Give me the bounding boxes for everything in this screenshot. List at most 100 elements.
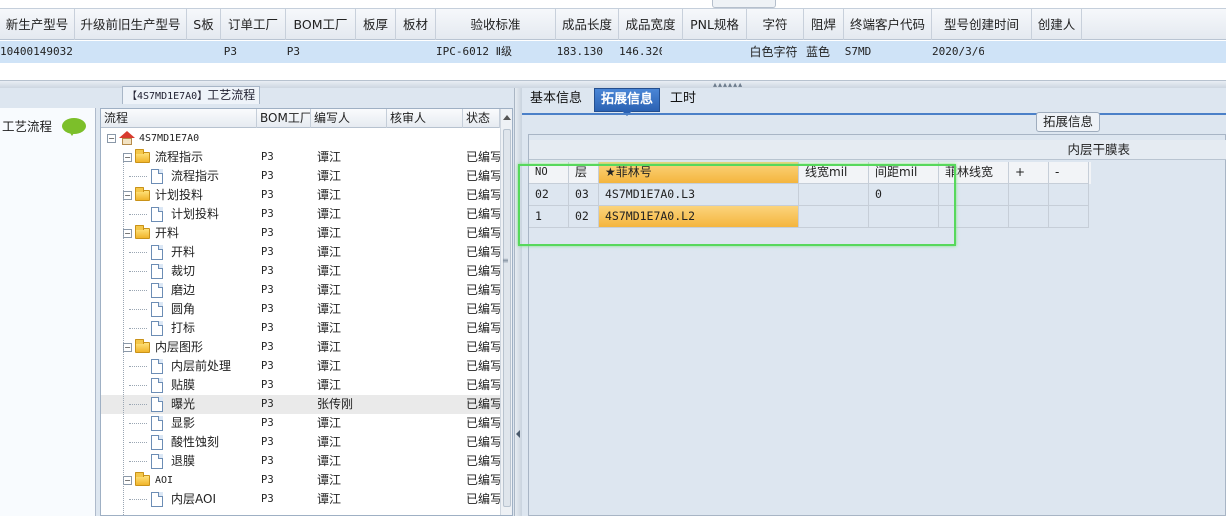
film-cell-remove[interactable]	[1049, 206, 1089, 228]
collapse-toggle-icon[interactable]: −	[123, 153, 132, 162]
tab-extended-info[interactable]: 拓展信息	[594, 88, 661, 116]
tree-step-row[interactable]: 圆角 P3 谭江 已编写	[101, 300, 501, 319]
tree-step-row[interactable]: 流程指示 P3 谭江 已编写	[101, 167, 501, 186]
collapse-toggle-icon[interactable]: −	[123, 476, 132, 485]
scroll-up-icon[interactable]	[503, 115, 511, 120]
film-cell-add[interactable]	[1009, 206, 1049, 228]
tree-step-row[interactable]: 曝光 P3 张传刚 已编写	[101, 395, 501, 414]
cell-customer[interactable]: S7MD	[844, 41, 872, 63]
film-cell-no[interactable]: 02	[529, 184, 569, 206]
tree-scrollbar[interactable]: ≡	[500, 109, 512, 515]
tree-folder-row[interactable]: − 开料 P3 谭江 已编写	[101, 224, 501, 243]
col-header-created-time[interactable]: 型号创建时间	[932, 9, 1032, 40]
film-cell-remove[interactable]	[1049, 184, 1089, 206]
film-cell-line-width[interactable]	[799, 206, 869, 228]
film-col-layer[interactable]: 层	[569, 162, 599, 184]
col-header-thickness[interactable]: 板厚	[356, 9, 396, 40]
film-cell-no[interactable]: 1	[529, 206, 569, 228]
film-col-no[interactable]: NO	[529, 162, 569, 184]
cell-created-time[interactable]: 2020/3/6	[932, 41, 984, 63]
tree-folder-row[interactable]: − 计划投料 P3 谭江 已编写	[101, 186, 501, 205]
collapse-toggle-icon[interactable]: −	[107, 134, 116, 143]
col-header-customer[interactable]: 终端客户代码	[844, 9, 932, 40]
tree-step-row[interactable]: 计划投料 P3 谭江 已编写	[101, 205, 501, 224]
cell-material[interactable]	[396, 41, 436, 63]
film-cell-spacing[interactable]: 0	[869, 184, 939, 206]
tree-step-row[interactable]: 内层AOI P3 谭江 已编写	[101, 490, 501, 509]
col-header-order-factory[interactable]: 订单工厂	[221, 9, 286, 40]
cell-thickness[interactable]	[356, 41, 396, 63]
col-header-width[interactable]: 成品宽度	[619, 9, 683, 40]
tree-folder-row[interactable]: − 流程指示 P3 谭江 已编写	[101, 148, 501, 167]
tree-step-row[interactable]: 显影 P3 谭江 已编写	[101, 414, 501, 433]
scroll-thumb[interactable]	[503, 129, 511, 507]
film-col-film-no[interactable]: ★菲林号	[599, 162, 799, 184]
cell-new-model[interactable]: 10400149032	[0, 41, 75, 63]
tree-col-status[interactable]: 状态	[463, 109, 500, 128]
product-row[interactable]: 10400149032 P3 P3 IPC-6012 Ⅱ级 183.130 14…	[0, 41, 1226, 63]
tree-step-row[interactable]: 打标 P3 谭江 已编写	[101, 319, 501, 338]
tree-step-row[interactable]: 内层前处理 P3 谭江 已编写	[101, 357, 501, 376]
film-col-film-line-width[interactable]: 菲林线宽	[939, 162, 1009, 184]
tree-step-row[interactable]: 磨边 P3 谭江 已编写	[101, 281, 501, 300]
tree-col-process[interactable]: 流程	[101, 109, 257, 128]
col-header-char[interactable]: 字符	[747, 9, 804, 40]
col-header-pnl[interactable]: PNL规格	[683, 9, 747, 40]
col-header-s-board[interactable]: S板	[187, 9, 221, 40]
col-header-length[interactable]: 成品长度	[556, 9, 619, 40]
tree-col-reviewer[interactable]: 核审人	[387, 109, 463, 128]
col-header-solder[interactable]: 阻焊	[804, 9, 844, 40]
cell-width[interactable]: 146.320	[619, 41, 662, 63]
tree-step-row[interactable]: 贴膜 P3 谭江 已编写	[101, 376, 501, 395]
tab-work-hours[interactable]: 工时	[664, 88, 702, 112]
cell-length[interactable]: 183.130	[556, 41, 603, 63]
cell-old-model[interactable]	[75, 41, 187, 63]
col-header-standard[interactable]: 验收标准	[436, 9, 556, 40]
cell-order-factory[interactable]: P3	[221, 41, 237, 63]
tree-folder-row[interactable]: − 内层图形 P3 谭江 已编写	[101, 338, 501, 357]
cell-creator[interactable]	[1032, 41, 1082, 63]
tree-col-bom[interactable]: BOM工厂	[257, 109, 311, 128]
cell-char[interactable]: 白色字符	[745, 41, 802, 63]
cell-s-board[interactable]	[187, 41, 221, 63]
film-col-line-width[interactable]: 线宽mil	[799, 162, 869, 184]
film-row[interactable]: 1 02 4S7MD1E7A0.L2	[529, 206, 1091, 228]
film-cell-line-width[interactable]	[799, 184, 869, 206]
film-cell-film-line-width[interactable]	[939, 184, 1009, 206]
film-col-spacing[interactable]: 间距mil	[869, 162, 939, 184]
cell-pnl[interactable]	[683, 41, 747, 63]
film-remove-button[interactable]: -	[1049, 162, 1089, 184]
film-cell-spacing[interactable]	[869, 206, 939, 228]
tree-step-row[interactable]: 开料 P3 谭江 已编写	[101, 243, 501, 262]
tree-step-row[interactable]: 裁切 P3 谭江 已编写	[101, 262, 501, 281]
cell-solder[interactable]: 蓝色	[804, 41, 832, 63]
col-header-new-model[interactable]: 新生产型号	[0, 9, 75, 40]
chat-bubble-icon[interactable]	[62, 118, 86, 136]
col-header-old-model[interactable]: 升级前旧生产型号	[75, 9, 187, 40]
collapse-toggle-icon[interactable]: −	[123, 343, 132, 352]
film-add-button[interactable]: +	[1009, 162, 1049, 184]
tree-col-writer[interactable]: 编写人	[311, 109, 387, 128]
film-cell-film-line-width[interactable]	[939, 206, 1009, 228]
film-row[interactable]: 02 03 4S7MD1E7A0.L3 0	[529, 184, 1091, 206]
tree-root-row[interactable]: − 4S7MD1E7A0	[101, 129, 501, 148]
collapse-toggle-icon[interactable]: −	[123, 229, 132, 238]
col-header-bom-factory[interactable]: BOM工厂	[286, 9, 356, 40]
col-header-creator[interactable]: 创建人	[1032, 9, 1082, 40]
tree-step-row[interactable]: 酸性蚀刻 P3 谭江 已编写	[101, 433, 501, 452]
cell-bom-factory[interactable]: P3	[286, 41, 300, 63]
tab-basic-info[interactable]: 基本信息	[524, 88, 588, 112]
film-cell-film-no[interactable]: 4S7MD1E7A0.L2	[599, 206, 799, 228]
tree-step-row[interactable]: 退膜 P3 谭江 已编写	[101, 452, 501, 471]
film-cell-layer[interactable]: 02	[569, 206, 599, 228]
top-collapse-tab[interactable]	[712, 0, 776, 8]
collapse-left-icon[interactable]	[516, 430, 520, 438]
film-cell-film-no[interactable]: 4S7MD1E7A0.L3	[599, 184, 799, 206]
tree-folder-row[interactable]: − AOI P3 谭江 已编写	[101, 471, 501, 490]
collapse-toggle-icon[interactable]: −	[123, 191, 132, 200]
film-cell-layer[interactable]: 03	[569, 184, 599, 206]
vertical-splitter[interactable]	[514, 88, 522, 516]
cell-standard[interactable]: IPC-6012 Ⅱ级	[436, 41, 546, 63]
col-header-material[interactable]: 板材	[396, 9, 436, 40]
film-cell-add[interactable]	[1009, 184, 1049, 206]
